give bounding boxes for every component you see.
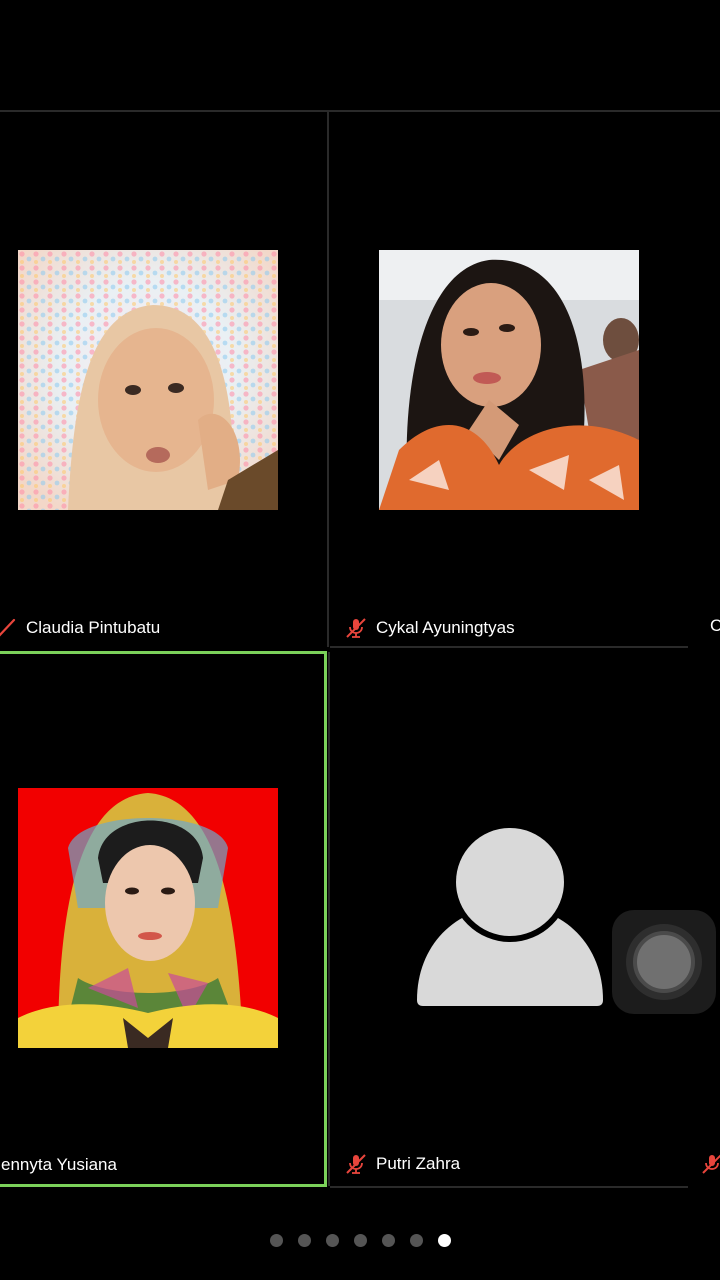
participant-tile-cykal[interactable]: Cykal Ayuningtyas bbox=[330, 112, 688, 646]
participant-name-label: C bbox=[710, 616, 720, 636]
page-dot[interactable] bbox=[325, 1234, 339, 1247]
assistive-touch-icon[interactable] bbox=[612, 910, 716, 1014]
user-silhouette-icon bbox=[415, 826, 605, 1006]
page-dot[interactable] bbox=[409, 1234, 423, 1247]
assistive-touch-ring bbox=[626, 924, 702, 1000]
participant-photo bbox=[379, 250, 639, 510]
mic-muted-icon bbox=[0, 616, 18, 640]
page-dot[interactable] bbox=[297, 1234, 311, 1247]
participant-name: C bbox=[710, 616, 720, 635]
middle-divider bbox=[330, 646, 688, 648]
participant-name: Cykal Ayuningtyas bbox=[376, 618, 515, 637]
vertical-divider-top bbox=[327, 112, 329, 647]
mic-muted-icon bbox=[700, 1152, 720, 1176]
mic-muted-icon bbox=[344, 1152, 368, 1176]
participant-name-label: Cykal Ayuningtyas bbox=[344, 616, 515, 640]
participant-name-label: ennyta Yusiana bbox=[1, 1155, 117, 1175]
bottom-divider bbox=[330, 1186, 688, 1188]
page-dot[interactable] bbox=[269, 1234, 283, 1247]
participant-name: Claudia Pintubatu bbox=[26, 618, 161, 637]
participant-name: Putri Zahra bbox=[376, 1154, 461, 1173]
participant-name-label: Putri Zahra bbox=[344, 1152, 460, 1176]
page-dot-current[interactable] bbox=[437, 1234, 451, 1247]
participant-tile-partial-c[interactable]: C bbox=[690, 112, 720, 646]
participant-name-label: Claudia Pintubatu bbox=[0, 616, 160, 640]
page-indicator[interactable] bbox=[0, 1234, 720, 1247]
participant-photo bbox=[18, 788, 278, 1048]
participant-tile-ennyta[interactable]: ennyta Yusiana bbox=[0, 651, 327, 1187]
zoom-gallery-screen: Claudia Pintubatu Cykal Ayuningtyas C en… bbox=[0, 0, 720, 1280]
page-dot[interactable] bbox=[353, 1234, 367, 1247]
assistive-touch-core bbox=[633, 931, 695, 993]
participant-name: ennyta Yusiana bbox=[1, 1155, 117, 1174]
page-dot[interactable] bbox=[381, 1234, 395, 1247]
mic-muted-icon bbox=[344, 616, 368, 640]
partial-tile-mic-muted bbox=[700, 1152, 720, 1176]
participant-tile-claudia[interactable]: Claudia Pintubatu bbox=[0, 112, 327, 647]
participant-photo bbox=[18, 250, 278, 510]
